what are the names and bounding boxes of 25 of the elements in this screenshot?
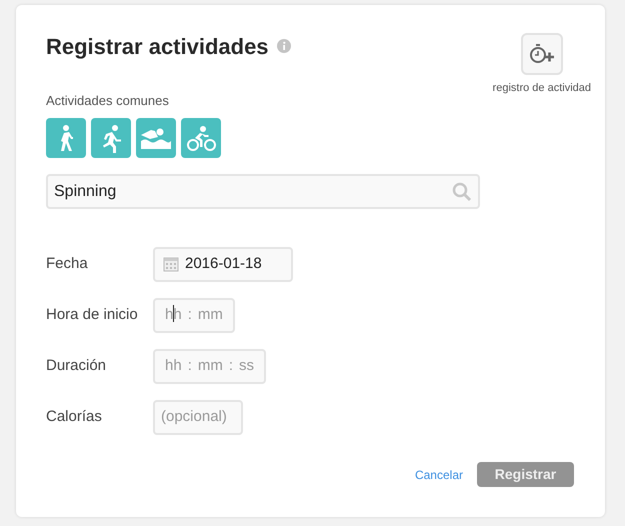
page-title: Registrar actividades [46, 32, 269, 61]
activity-button[interactable] [136, 118, 176, 158]
calories-field[interactable]: (opcional) [153, 400, 243, 434]
cyclist-icon [186, 125, 216, 151]
search-icon [452, 182, 472, 202]
walking-person-icon [60, 124, 72, 152]
field-label: Hora de inicio [46, 304, 139, 325]
activity-log-label: registro de actividad [492, 81, 591, 96]
activity-log-button[interactable] [520, 33, 563, 75]
activity-button[interactable] [181, 118, 221, 158]
field-label: Duración [46, 356, 108, 376]
date-field[interactable]: 2016-01-18 [153, 246, 293, 282]
field-label: Calorías [46, 406, 103, 427]
cancel-link[interactable]: Cancelar [414, 466, 463, 484]
stopwatch-plus-icon [528, 43, 555, 65]
search-field[interactable]: Spinning [46, 174, 480, 209]
running-person-icon [100, 124, 122, 152]
calendar-icon [163, 256, 179, 272]
time-field[interactable]: hh : mm : ss [153, 348, 266, 384]
swimmer-icon [141, 128, 171, 148]
activity-button[interactable] [46, 118, 86, 158]
field-label: Fecha [46, 254, 89, 274]
activity-button[interactable] [91, 118, 131, 158]
section-label: Actividades comunes [46, 92, 170, 110]
info-icon [276, 39, 291, 53]
